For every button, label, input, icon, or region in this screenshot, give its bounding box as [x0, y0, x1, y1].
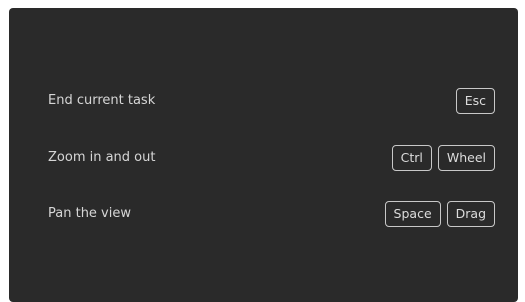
shortcut-row-end-task: End current task Esc: [9, 81, 518, 121]
shortcut-keys: Ctrl Wheel: [391, 145, 495, 171]
shortcut-label: End current task: [48, 93, 156, 108]
key-drag: Drag: [446, 201, 495, 227]
key-wheel: Wheel: [437, 145, 495, 171]
shortcuts-panel: End current task Esc Zoom in and out Ctr…: [9, 8, 518, 302]
shortcut-row-pan: Pan the view Space Drag: [9, 194, 518, 234]
shortcut-label: Zoom in and out: [48, 150, 156, 165]
key-ctrl: Ctrl: [391, 145, 432, 171]
shortcut-label: Pan the view: [48, 206, 131, 221]
key-esc: Esc: [455, 88, 495, 114]
shortcut-row-zoom: Zoom in and out Ctrl Wheel: [9, 138, 518, 178]
shortcut-keys: Space Drag: [384, 201, 495, 227]
shortcut-keys: Esc: [455, 88, 495, 114]
key-space: Space: [384, 201, 441, 227]
